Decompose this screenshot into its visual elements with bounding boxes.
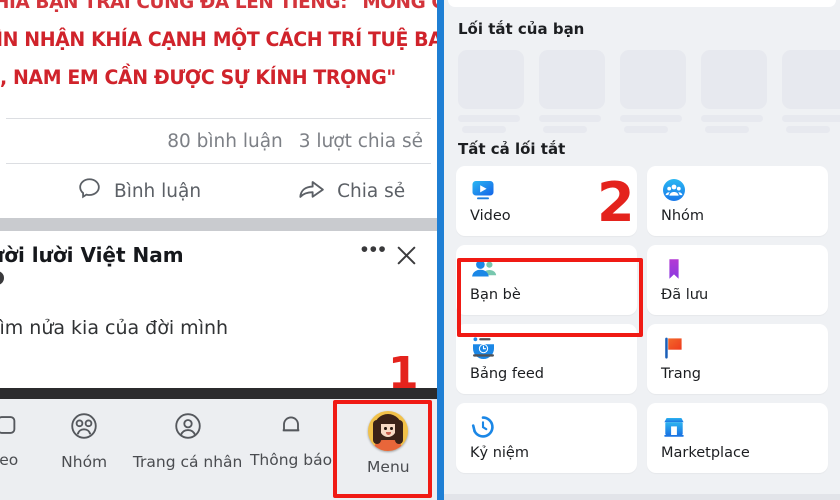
shortcuts-skeleton-row <box>444 38 840 134</box>
right-phone-panel: Lối tắt của bạn Tất cả lối tắt Video Nhó… <box>444 0 840 500</box>
skeleton-thumb <box>458 50 524 109</box>
nav-item-video[interactable]: eo <box>0 411 36 469</box>
friends-icon <box>470 256 637 282</box>
tile-saved[interactable]: Đã lưu <box>647 245 828 315</box>
skeleton-line <box>620 115 682 122</box>
post-action-row: Bình luận Chia sẻ <box>0 164 437 218</box>
share-button-label: Chia sẻ <box>337 180 406 202</box>
second-post-card: ười lười Việt Nam ••• tìm nửa kia của đờ… <box>0 231 437 367</box>
share-arrow-icon <box>297 175 326 207</box>
speech-bubble-icon <box>76 175 103 207</box>
top-sheet-edge <box>448 0 836 7</box>
bottom-navigation-bar: eo Nhóm Trang cá nhân Thông báo Menu <box>0 399 437 500</box>
marketplace-store-icon <box>661 414 828 440</box>
skeleton-card <box>782 50 840 134</box>
step-marker-2: 2 <box>597 171 635 234</box>
nav-label-notifications: Thông báo <box>249 451 333 469</box>
tile-marketplace[interactable]: Marketplace <box>647 403 828 473</box>
headline-line-3: , NAM EM CẦN ĐƯỢC SỰ KÍNH TRỌNG" <box>0 66 396 89</box>
skeleton-card <box>701 50 767 134</box>
second-post-body: tìm nửa kia của đời mình <box>0 317 229 339</box>
avatar-icon <box>368 411 409 451</box>
skeleton-thumb <box>782 50 840 109</box>
nav-item-notifications[interactable]: Thông báo <box>242 411 339 469</box>
dark-separator-band <box>0 388 437 399</box>
headline-line-2: ÌN NHẬN KHÍA CẠNH MỘT CÁCH TRÍ TUỆ BAO <box>0 28 437 51</box>
skeleton-thumb <box>620 50 686 109</box>
tile-label-memories: Kỷ niệm <box>470 445 529 461</box>
bookmark-icon <box>661 256 828 282</box>
left-phone-panel: HIA BẠN TRAI CŨNG ĐÃ LÊN TIẾNG: "MONG CÁ… <box>0 0 437 500</box>
tile-friends[interactable]: Bạn bè <box>456 245 637 315</box>
tile-label-pages: Trang <box>661 366 701 382</box>
panel-divider <box>437 0 444 500</box>
nav-label-groups: Nhóm <box>61 453 108 471</box>
post-engagement-counts: 80 bình luận 3 lượt chia sẻ <box>0 119 437 163</box>
skeleton-line <box>458 115 520 122</box>
bottom-edge-strip <box>444 494 840 500</box>
post-headline: HIA BẠN TRAI CŨNG ĐÃ LÊN TIẾNG: "MONG CÁ… <box>0 0 437 118</box>
skeleton-line <box>705 126 749 133</box>
share-count[interactable]: 3 lượt chia sẻ <box>299 131 423 152</box>
tile-label-news-feed: Bảng feed <box>470 366 544 382</box>
skeleton-line <box>539 115 601 122</box>
memories-clock-icon <box>470 414 637 440</box>
groups-circle-icon <box>661 177 828 203</box>
tile-label-groups: Nhóm <box>661 208 705 224</box>
skeleton-line <box>624 126 668 133</box>
skeleton-thumb <box>701 50 767 109</box>
news-feed-icon <box>470 335 637 361</box>
groups-icon <box>69 411 99 446</box>
step-marker-1: 1 <box>388 348 419 399</box>
profile-icon <box>173 411 203 446</box>
comment-count[interactable]: 80 bình luận <box>167 131 283 152</box>
shortcuts-grid: Video Nhóm Bạn bè Đã lưu Bảng feed Trang… <box>444 158 840 473</box>
nav-item-groups[interactable]: Nhóm <box>36 411 133 471</box>
tile-memories[interactable]: Kỷ niệm <box>456 403 637 473</box>
skeleton-card <box>539 50 605 134</box>
skeleton-card <box>458 50 524 134</box>
tile-pages[interactable]: Trang <box>647 324 828 394</box>
screenshot-root: HIA BẠN TRAI CŨNG ĐÃ LÊN TIẾNG: "MONG CÁ… <box>0 0 840 500</box>
tile-groups[interactable]: Nhóm <box>647 166 828 236</box>
shortcuts-section-title: Lối tắt của bạn <box>458 20 585 38</box>
second-post-header: ười lười Việt Nam ••• <box>0 239 437 273</box>
skeleton-card <box>620 50 686 134</box>
share-button[interactable]: Chia sẻ <box>297 175 405 207</box>
tile-label-marketplace: Marketplace <box>661 445 750 461</box>
second-post-title: ười lười Việt Nam <box>0 243 184 267</box>
author-avatar-fragment <box>0 271 4 285</box>
skeleton-line <box>782 115 840 122</box>
video-icon <box>0 411 23 444</box>
nav-label-menu: Menu <box>367 458 410 476</box>
skeleton-line <box>786 126 830 133</box>
nav-label-profile: Trang cá nhân <box>132 453 243 471</box>
comment-button[interactable]: Bình luận <box>76 175 201 207</box>
nav-label-video: eo <box>0 451 19 469</box>
bell-icon <box>277 411 305 444</box>
tile-label-friends: Bạn bè <box>470 287 521 303</box>
section-gap-band <box>0 218 437 231</box>
flag-icon <box>661 335 828 361</box>
ellipsis-icon[interactable]: ••• <box>359 239 389 260</box>
close-x-icon[interactable] <box>389 243 423 273</box>
nav-item-profile[interactable]: Trang cá nhân <box>132 411 243 471</box>
skeleton-line <box>701 115 763 122</box>
comment-button-label: Bình luận <box>114 180 202 202</box>
all-shortcuts-section-title: Tất cả lối tắt <box>458 140 566 158</box>
skeleton-line <box>462 126 506 133</box>
skeleton-line <box>543 126 587 133</box>
tile-label-saved: Đã lưu <box>661 287 709 303</box>
skeleton-thumb <box>539 50 605 109</box>
nav-item-menu[interactable]: Menu <box>340 411 437 476</box>
tile-news-feed[interactable]: Bảng feed <box>456 324 637 394</box>
headline-line-1: HIA BẠN TRAI CŨNG ĐÃ LÊN TIẾNG: "MONG CÁ… <box>0 0 437 13</box>
